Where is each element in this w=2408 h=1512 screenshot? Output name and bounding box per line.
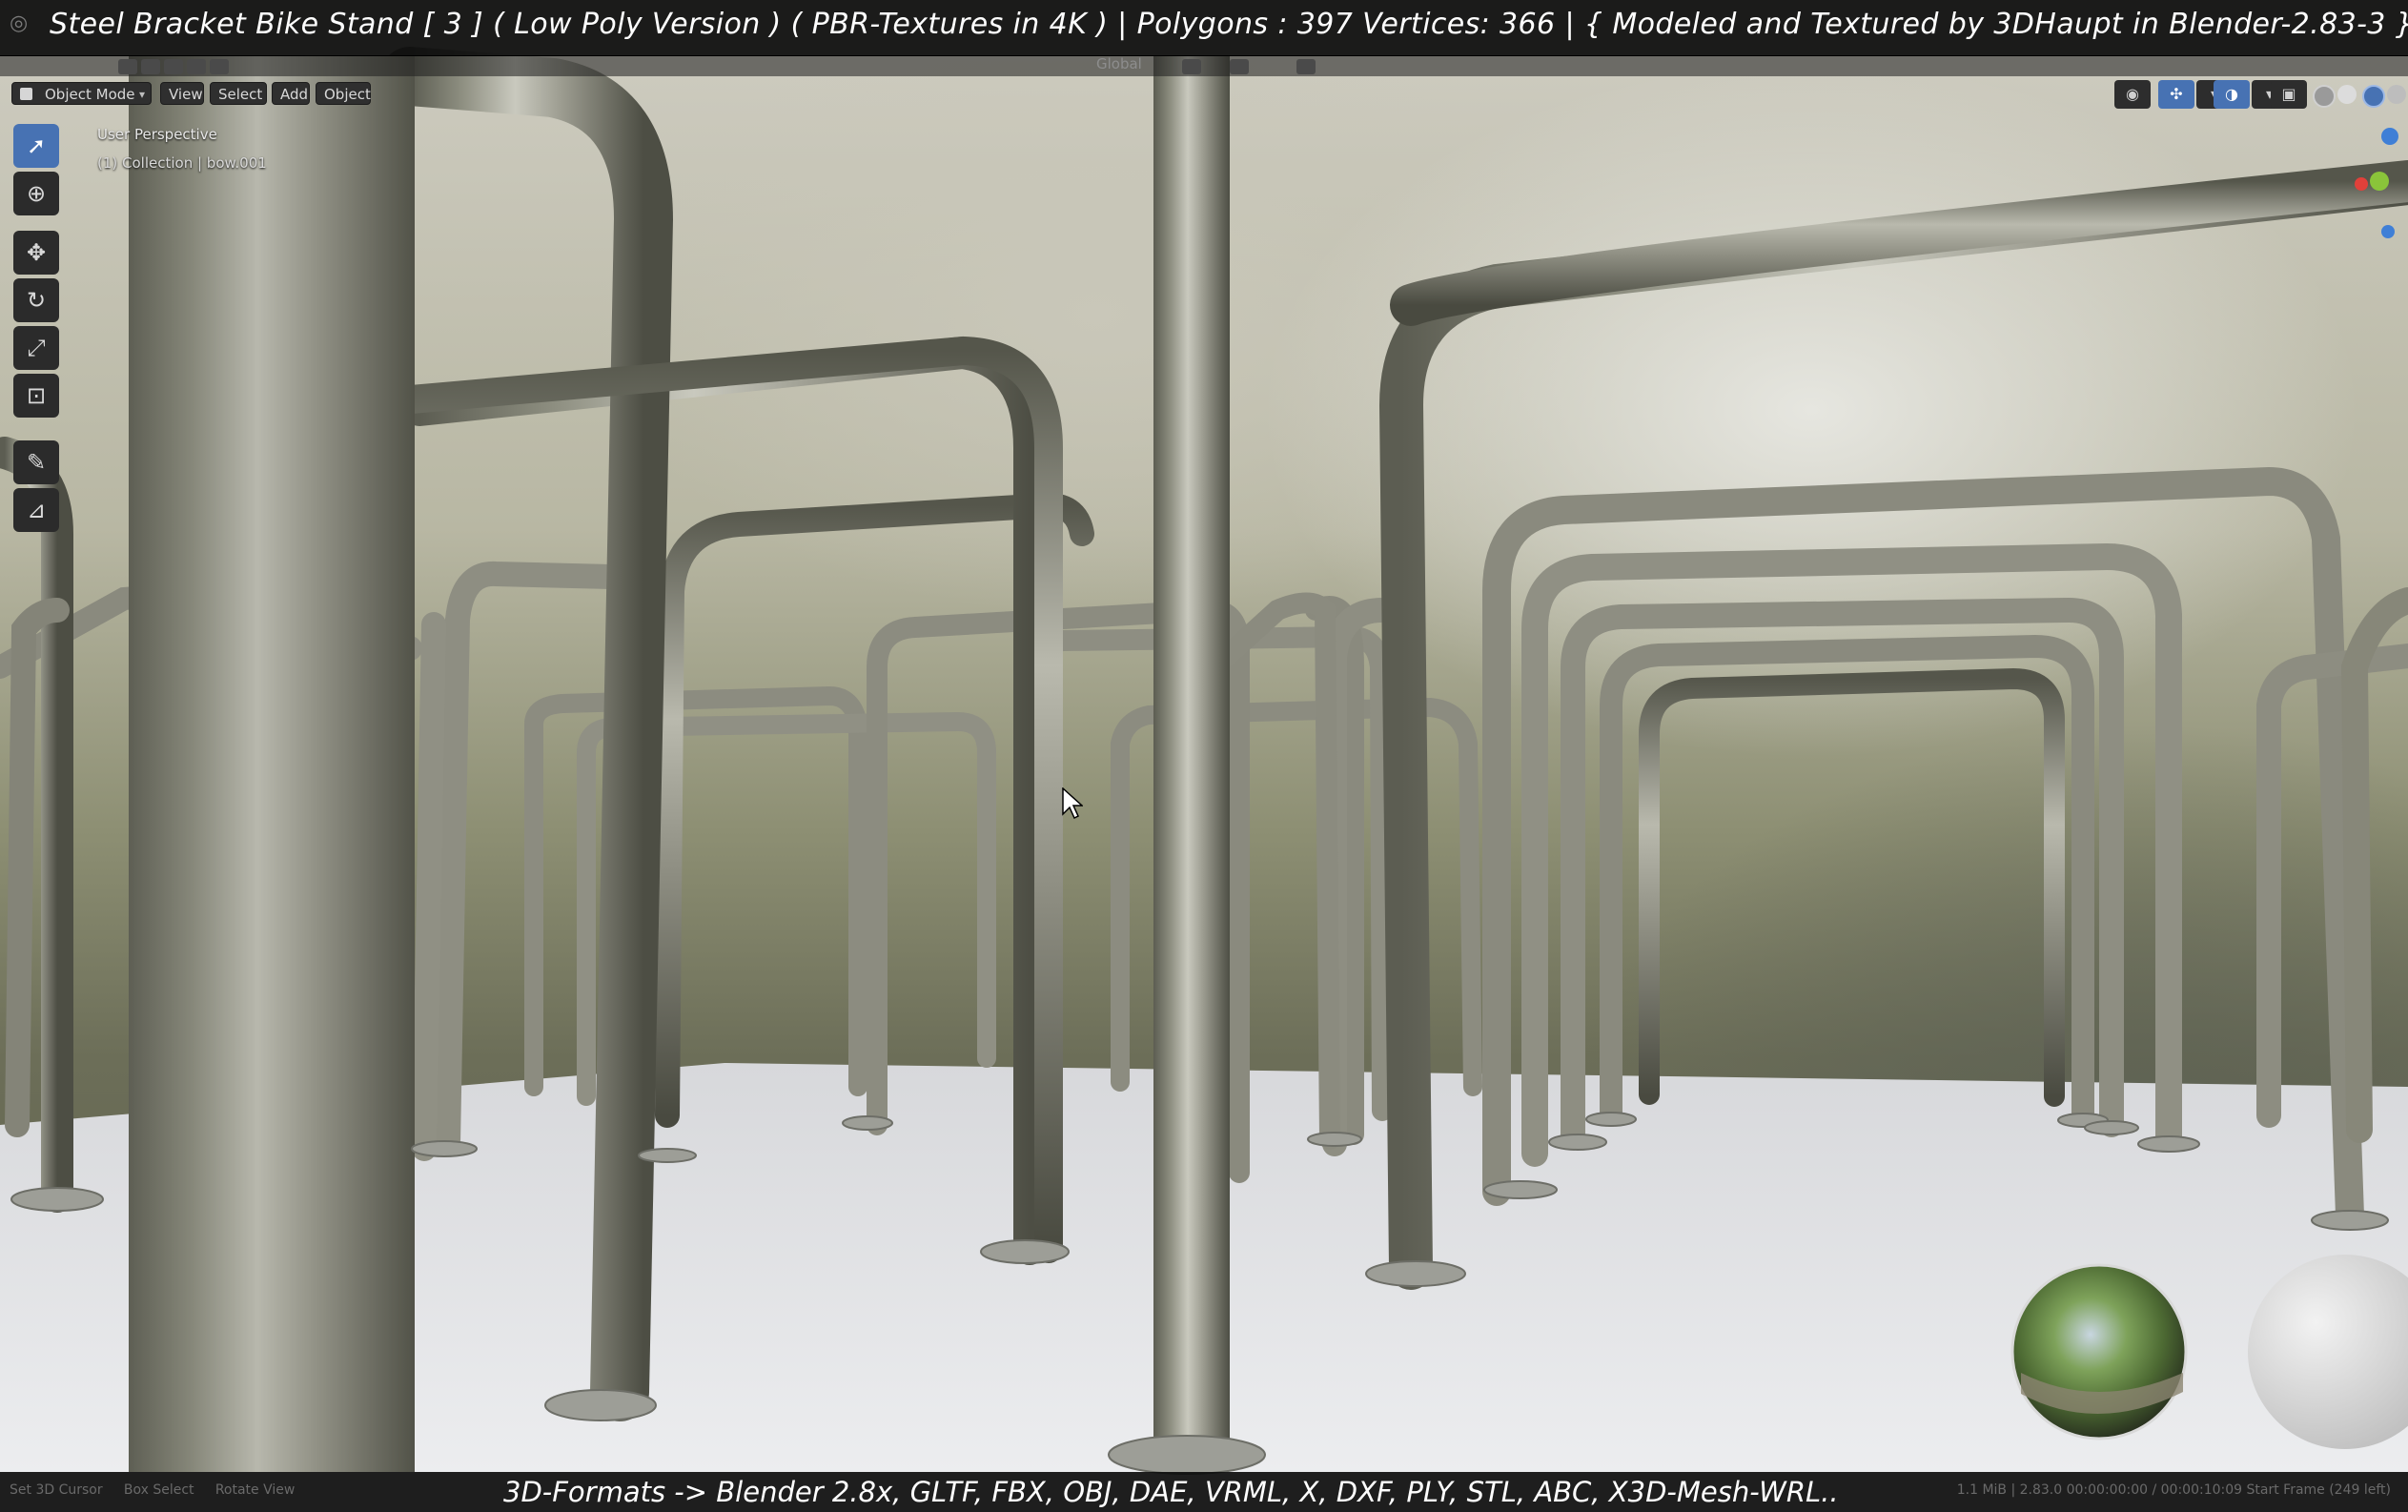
annotate-icon[interactable]: ✎ [13, 440, 59, 484]
title-overlay: ◎ Steel Bracket Bike Stand [ 3 ] ( Low P… [0, 0, 2408, 56]
gizmo-neg-z-axis[interactable] [2381, 225, 2395, 238]
hint-set-cursor: Set 3D Cursor [10, 1482, 103, 1498]
rendered-shading-icon[interactable] [2387, 85, 2406, 104]
3d-viewport[interactable] [0, 0, 2408, 1512]
scene-render [0, 47, 2408, 1512]
measure-icon[interactable]: ⊿ [13, 488, 59, 532]
select-mode-icon[interactable] [118, 59, 137, 74]
view-perspective-label: User Perspective [97, 126, 217, 143]
menu-view[interactable]: View [160, 82, 204, 105]
scale-icon[interactable]: ⤢ [13, 326, 59, 370]
formats-caption: 3D-Formats -> Blender 2.8x, GLTF, FBX, O… [503, 1476, 1839, 1508]
gizmo-x-axis[interactable] [2355, 177, 2368, 191]
wireframe-shading-icon[interactable] [2313, 85, 2336, 108]
object-mode-icon [20, 88, 32, 100]
menu-object[interactable]: Object [316, 82, 371, 105]
gizmo-y-axis[interactable] [2370, 172, 2389, 191]
proportional-edit-icon[interactable] [1296, 59, 1316, 74]
menu-add[interactable]: Add [272, 82, 310, 105]
active-collection-label: (1) Collection | bow.001 [97, 154, 267, 172]
move-icon[interactable]: ✥ [13, 231, 59, 275]
toolbar: ➚ ⊕ ✥ ↻ ⤢ ⊡ ✎ ⊿ [10, 124, 63, 543]
select-intersect-icon[interactable] [210, 59, 229, 74]
transform-orientation-select[interactable]: Global [1096, 55, 1142, 72]
snap-icon[interactable] [1230, 59, 1249, 74]
object-mode-label: Object Mode [45, 86, 135, 103]
status-info: 1.1 MiB | 2.83.0 00:00:00:00 / 00:00:10:… [1956, 1482, 2391, 1498]
gizmo-toggle-icon[interactable]: ✣ [2158, 80, 2194, 109]
hint-box-select: Box Select [123, 1482, 194, 1498]
pivot-point-icon[interactable] [1182, 59, 1201, 74]
cursor-icon[interactable]: ⊕ [13, 172, 59, 215]
transform-icon[interactable]: ⊡ [13, 374, 59, 418]
solid-shading-icon[interactable] [2337, 85, 2357, 104]
viewport-header [0, 55, 2408, 76]
xray-toggle-icon[interactable]: ▣ [2271, 80, 2307, 109]
select-extend-icon[interactable] [141, 59, 160, 74]
mouse-cursor-icon [1062, 787, 1083, 820]
overlay-toggle-icon[interactable]: ◑ [2214, 80, 2250, 109]
menu-select[interactable]: Select [210, 82, 267, 105]
title-overlay-text: Steel Bracket Bike Stand [ 3 ] ( Low Pol… [50, 8, 2408, 41]
status-hints: Set 3D Cursor Box Select Rotate View [10, 1482, 295, 1498]
hint-rotate-view: Rotate View [214, 1482, 296, 1498]
status-bar: Set 3D Cursor Box Select Rotate View 3D-… [0, 1472, 2408, 1512]
select-box-icon[interactable]: ➚ [13, 124, 59, 168]
rotate-icon[interactable]: ↻ [13, 278, 59, 322]
select-subtract-icon[interactable] [164, 59, 183, 74]
material-shading-icon[interactable] [2362, 85, 2385, 108]
object-mode-dropdown[interactable]: Object Mode ▾ [11, 82, 152, 105]
object-visibility-icon[interactable]: ◉ [2114, 80, 2151, 109]
gizmo-z-axis[interactable] [2381, 128, 2398, 145]
select-invert-icon[interactable] [187, 59, 206, 74]
blender-logo-icon: ◎ [10, 11, 29, 35]
center-pole [1153, 55, 1230, 1457]
chevron-down-icon: ▾ [138, 88, 145, 101]
